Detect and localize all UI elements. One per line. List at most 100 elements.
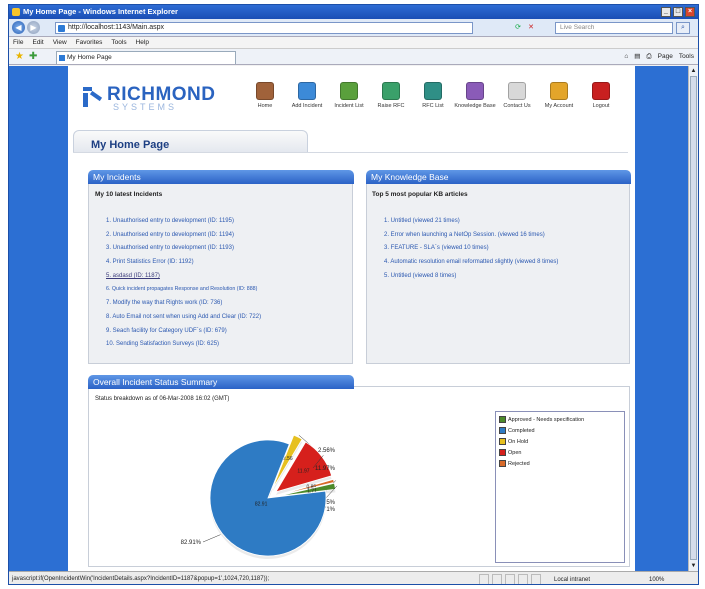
summary-panel-title: Overall Incident Status Summary (88, 375, 354, 389)
favorites-star-icon[interactable]: ★ (15, 51, 24, 63)
menu-file[interactable]: File (13, 37, 23, 48)
ie-icon (12, 8, 20, 16)
divider (73, 152, 628, 153)
home-command-icon[interactable]: ⌂ (624, 51, 628, 63)
url-input[interactable]: http://localhost:1143/Main.aspx (55, 22, 473, 34)
chart-legend: Approved - Needs specification Completed O… (495, 411, 625, 563)
status-segment (479, 574, 489, 584)
incident-link[interactable]: 7. Modify the way that Rights work (ID: … (106, 297, 261, 311)
incident-link[interactable]: 10. Sending Satisfaction Surveys (ID: 62… (106, 338, 261, 352)
toolbar-item-add-incident[interactable]: Add Incident (286, 82, 328, 110)
minimize-button[interactable]: _ (661, 7, 671, 17)
page-viewport: RICHMOND SYSTEMS Home Add Incident Inciden… (9, 66, 690, 571)
status-segment (505, 574, 515, 584)
menu-edit[interactable]: Edit (32, 37, 43, 48)
incidents-subtitle: My 10 latest Incidents (95, 191, 163, 198)
toolbar-label: Contact Us (503, 103, 531, 109)
close-button[interactable]: × (685, 7, 695, 17)
toolbar-label: Add Incident (291, 103, 323, 109)
pie-callout-line (202, 534, 221, 543)
stop-icon[interactable]: ✕ (526, 22, 536, 33)
legend-swatch (499, 460, 506, 467)
menu-bar: File Edit View Favorites Tools Help (9, 37, 698, 49)
kb-article-link[interactable]: 2. Error when launching a NetOp Session.… (384, 229, 558, 243)
address-tools: ⟳ ✕ (513, 22, 536, 33)
legend-swatch (499, 416, 506, 423)
incidents-panel-title: My Incidents (88, 170, 354, 184)
pie-outer-label: 2.56% (318, 448, 336, 454)
search-input[interactable]: Live Search (555, 22, 673, 34)
kb-article-link[interactable]: 3. FEATURE - SLA`s (viewed 10 times) (384, 242, 558, 256)
pie-outer-label: 11.97% (315, 466, 336, 472)
incident-link[interactable]: 2. Unauthorised entry to development (ID… (106, 229, 261, 243)
scroll-down-icon[interactable]: ▼ (690, 562, 697, 570)
logout-icon (592, 82, 610, 100)
tab-my-home-page[interactable]: My Home Page (56, 51, 236, 64)
toolbar-item-contact-us[interactable]: Contact Us (496, 82, 538, 110)
tools-menu[interactable]: Tools (679, 51, 694, 63)
kb-article-link[interactable]: 1. Untitled (viewed 21 times) (384, 215, 558, 229)
window-controls: _ □ × (661, 7, 695, 17)
incident-link[interactable]: 6. Quick incident propagates Response an… (106, 283, 261, 297)
scroll-thumb[interactable] (690, 76, 697, 560)
raise-rfc-icon (382, 82, 400, 100)
incident-link[interactable]: 3. Unauthorised entry to development (ID… (106, 242, 261, 256)
kb-article-link[interactable]: 4. Automatic resolution email reformatte… (384, 256, 558, 270)
toolbar-item-logout[interactable]: Logout (580, 82, 622, 110)
legend-swatch (499, 449, 506, 456)
menu-help[interactable]: Help (136, 37, 149, 48)
status-segment (518, 574, 528, 584)
toolbar-label: Raise RFC (377, 103, 405, 109)
pie-outer-label: 82.91% (181, 540, 202, 546)
toolbar-item-my-account[interactable]: My Account (538, 82, 580, 110)
kb-article-link[interactable]: 5. Untitled (viewed 8 times) (384, 270, 558, 284)
legend-entry: On Hold (496, 436, 624, 447)
forward-button[interactable]: ▶ (27, 21, 40, 34)
zoom-level[interactable]: 100% (649, 573, 664, 584)
security-zone: Local intranet (554, 577, 591, 583)
scroll-up-icon[interactable]: ▲ (690, 67, 697, 75)
toolbar-item-knowledge-base[interactable]: Knowledge Base (454, 82, 496, 110)
menu-favorites[interactable]: Favorites (76, 37, 103, 48)
toolbar-item-home[interactable]: Home (244, 82, 286, 110)
maximize-button[interactable]: □ (673, 7, 683, 17)
legend-label: Open (508, 449, 522, 456)
richmond-logo[interactable]: RICHMOND SYSTEMS (83, 84, 223, 120)
feeds-icon[interactable]: ▤ (634, 51, 640, 63)
legend-entry: Open (496, 447, 624, 458)
legend-entry: Approved - Needs specification (496, 414, 624, 425)
refresh-icon[interactable]: ⟳ (513, 22, 523, 33)
toolbar-label: RFC List (422, 103, 444, 109)
menu-view[interactable]: View (53, 37, 67, 48)
home-icon (256, 82, 274, 100)
page-menu[interactable]: Page (658, 51, 673, 63)
back-button[interactable]: ◀ (12, 21, 25, 34)
toolbar-item-rfc-list[interactable]: RFC List (412, 82, 454, 110)
incident-link[interactable]: 4. Print Statistics Error (ID: 1192) (106, 256, 261, 270)
incident-link[interactable]: 1. Unauthorised entry to development (ID… (106, 215, 261, 229)
rfc-list-icon (424, 82, 442, 100)
incident-link[interactable]: 8. Auto Email not sent when using Add an… (106, 311, 261, 325)
toolbar-label: Incident List (334, 103, 364, 109)
toolbar-item-raise-rfc[interactable]: Raise RFC (370, 82, 412, 110)
incident-status-pie-chart: 2.562.56%11.97 11.97%0.850.85%1.711.71%82… (181, 434, 338, 559)
legend-entry: Completed (496, 425, 624, 436)
contact-us-icon (508, 82, 526, 100)
vertical-scrollbar[interactable]: ▲ ▼ (688, 66, 698, 571)
print-icon[interactable]: ⎙ (646, 51, 651, 63)
incident-link[interactable]: 9. Seach facility for Category UDF`s (ID… (106, 325, 261, 339)
legend-label: On Hold (508, 438, 529, 445)
legend-swatch (499, 427, 506, 434)
incident-link[interactable]: 5. asdasd (ID: 1187) (106, 270, 261, 284)
summary-subtitle: Status breakdown as of 06-Mar-2008 16:02… (95, 396, 230, 402)
toolbar-item-incident-list[interactable]: Incident List (328, 82, 370, 110)
brand-sub: SYSTEMS (113, 102, 178, 112)
status-bar: javascript:if(OpenIncidentWin('IncidentD… (9, 571, 698, 584)
title-bar: My Home Page - Windows Internet Explorer… (9, 5, 698, 19)
search-icon[interactable]: ⌕ (676, 22, 690, 34)
toolbar-label: My Account (544, 103, 574, 109)
add-favorite-icon[interactable]: ✚ (29, 51, 37, 63)
menu-tools[interactable]: Tools (111, 37, 126, 48)
legend-label: Completed (508, 427, 535, 434)
browser-window: My Home Page - Windows Internet Explorer… (8, 4, 699, 585)
